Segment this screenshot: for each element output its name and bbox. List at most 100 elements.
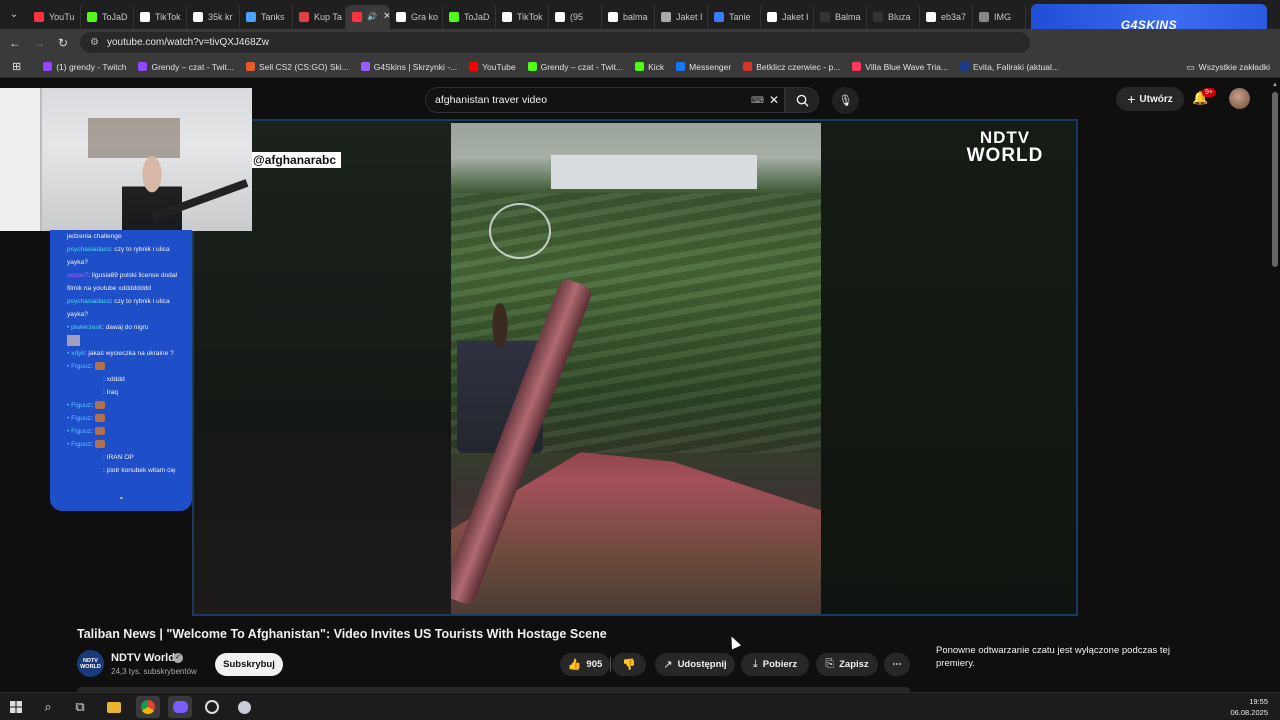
bookmark-item[interactable]: YouTube	[469, 61, 516, 72]
browser-tab[interactable]: ToJaD	[443, 4, 496, 29]
chat-username[interactable]: Figuuz	[71, 402, 91, 409]
all-bookmarks-button[interactable]: ▭ Wszystkie zakładki	[1187, 56, 1270, 78]
bookmark-item[interactable]: Betklicz czerwiec - p...	[743, 62, 840, 72]
like-button[interactable]: 👍 905	[560, 653, 610, 676]
tab-favicon-icon	[661, 11, 671, 22]
tab-favicon-icon	[926, 11, 936, 22]
bookmark-item[interactable]: Villa Blue Wave Tria...	[852, 62, 948, 72]
chat-username[interactable]: Figuuz	[71, 428, 91, 435]
tab-search-icon[interactable]: ⌄	[0, 0, 28, 29]
chat-username[interactable]: xdyk	[71, 350, 85, 357]
chat-text: : piotr konubek witam cię	[103, 467, 176, 474]
tab-label: (95	[570, 11, 584, 22]
speaker-icon[interactable]: 🔊	[367, 12, 377, 21]
browser-tab[interactable]: 🔊✕	[346, 4, 390, 29]
chat-username[interactable]: Figuuz	[71, 441, 91, 448]
task-view-icon[interactable]: ⧉	[68, 696, 92, 718]
save-button[interactable]: ⎘ Zapisz	[816, 653, 878, 676]
file-explorer-icon[interactable]	[102, 696, 126, 718]
bookmark-item[interactable]: Grendy – czat - Twit...	[527, 62, 623, 72]
subscribe-button[interactable]: Subskrybuj	[215, 653, 283, 676]
tab-favicon-icon	[820, 11, 830, 22]
search-button[interactable]	[785, 87, 819, 113]
app-icon[interactable]	[232, 696, 256, 718]
chat-username[interactable]: vexoo7	[67, 272, 88, 279]
forward-icon[interactable]: →	[27, 36, 51, 50]
bookmark-item[interactable]: Messenger	[676, 62, 731, 72]
taskbar-clock[interactable]: 19:55 06.08.2025	[1230, 696, 1268, 718]
chrome-icon[interactable]	[136, 696, 160, 718]
search-input[interactable]: afghanistan traver video ⌨ ✕	[425, 87, 785, 113]
taskbar-search-icon[interactable]: ⌕	[36, 696, 60, 718]
video-player[interactable]: @afghanarabc NDTV WORLD	[192, 119, 1078, 616]
tabs-container: YouTuToJaDTikTok35k krTanksKup Ta🔊✕Gra k…	[28, 1, 1026, 29]
bookmark-item[interactable]: Evita, Faliraki (aktual...	[959, 62, 1059, 72]
bookmark-label: G4Skins | Skrzynki -...	[373, 61, 458, 72]
browser-tab[interactable]: TikTok	[496, 4, 549, 29]
windows-start-icon[interactable]	[4, 696, 28, 718]
page-scrollbar[interactable]: ▲	[1270, 80, 1280, 692]
browser-tab[interactable]: Balma	[814, 4, 867, 29]
address-bar[interactable]: ⚙ youtube.com/watch?v=tivQXJ468Zw	[80, 32, 1030, 53]
keyboard-icon[interactable]: ⌨	[751, 95, 764, 106]
chat-emote-icon	[94, 414, 105, 423]
browser-tab[interactable]: ToJaD	[81, 4, 134, 29]
chat-username[interactable]: Figuuz	[71, 415, 91, 422]
channel-name[interactable]: NDTV World	[111, 652, 175, 664]
browser-tab[interactable]: (95	[549, 4, 602, 29]
channel-avatar[interactable]: NDTV WORLD	[77, 650, 104, 677]
browser-tab[interactable]: eb3a7	[920, 4, 973, 29]
scroll-up-icon[interactable]: ▲	[1272, 82, 1278, 88]
download-button[interactable]: ⤓ Pobierz	[741, 653, 809, 676]
apps-grid-icon[interactable]: ⊞	[12, 60, 21, 73]
tab-label: Jaket I	[676, 11, 703, 22]
browser-tab[interactable]: YouTu	[28, 4, 81, 29]
browser-tab[interactable]: IMG	[973, 4, 1026, 29]
bookmark-favicon-icon	[138, 62, 148, 71]
bookmark-item[interactable]: (1) grendy - Twitch	[43, 62, 126, 72]
browser-tab[interactable]: TikTok	[134, 4, 187, 29]
bookmark-label: YouTube	[482, 61, 516, 72]
browser-tab[interactable]: Jaket I	[655, 4, 708, 29]
chevron-up-icon[interactable]: ⌃	[118, 496, 125, 505]
browser-tab[interactable]: Tanks	[240, 4, 293, 29]
chat-message	[67, 334, 186, 347]
site-info-icon[interactable]: ⚙	[90, 37, 99, 48]
dislike-button[interactable]: 👎	[612, 653, 646, 676]
bookmark-label: Villa Blue Wave Tria...	[865, 61, 948, 72]
chat-username[interactable]: Figuuz	[71, 363, 91, 370]
bookmark-item[interactable]: Grendy – czat - Twit...	[138, 62, 234, 72]
browser-tab[interactable]: Kup Ta	[293, 4, 346, 29]
browser-tab[interactable]: Jaket I	[761, 4, 814, 29]
voice-search-button[interactable]: 🎙	[832, 87, 859, 114]
user-avatar[interactable]	[1229, 88, 1250, 109]
chat-text: :	[90, 428, 93, 435]
bookmark-label: Messenger	[689, 61, 732, 72]
bookmark-item[interactable]: Sell CS2 (CS:GO) Ski...	[245, 62, 349, 72]
folder-icon: ▭	[1186, 61, 1195, 72]
close-tab-icon[interactable]: ✕	[383, 11, 389, 22]
tab-label: Tanks	[261, 11, 285, 22]
bookmark-item[interactable]: G4Skins | Skrzynki -...	[360, 61, 458, 72]
discord-icon[interactable]	[168, 696, 192, 718]
obs-icon[interactable]	[200, 696, 224, 718]
browser-tab[interactable]: 35k kr	[187, 4, 240, 29]
scrollbar-thumb[interactable]	[1272, 92, 1278, 267]
chat-message: : piotr konubek witam cię	[67, 464, 186, 477]
chat-username[interactable]: piwierzesk	[71, 324, 102, 331]
browser-tab[interactable]: Gra ko	[390, 4, 443, 29]
reload-icon[interactable]: ↻	[51, 36, 75, 50]
clear-search-icon[interactable]: ✕	[769, 93, 779, 107]
video-watermark: @afghanarabc	[251, 152, 342, 168]
chat-username[interactable]: psychasiadaco	[67, 246, 111, 253]
browser-tab[interactable]: Tanie	[708, 4, 761, 29]
browser-tab[interactable]: balma	[602, 4, 655, 29]
more-actions-button[interactable]: ⋯	[884, 653, 910, 676]
bookmark-item[interactable]: Kick	[635, 62, 664, 72]
chat-username[interactable]: psychasiadaco	[67, 298, 111, 305]
back-icon[interactable]: ←	[3, 36, 27, 50]
browser-tab[interactable]: Bluza	[867, 4, 920, 29]
create-button[interactable]: + Utwórz	[1116, 87, 1184, 111]
plus-icon: +	[1127, 91, 1136, 107]
share-button[interactable]: ↗ Udostępnij	[655, 653, 735, 676]
